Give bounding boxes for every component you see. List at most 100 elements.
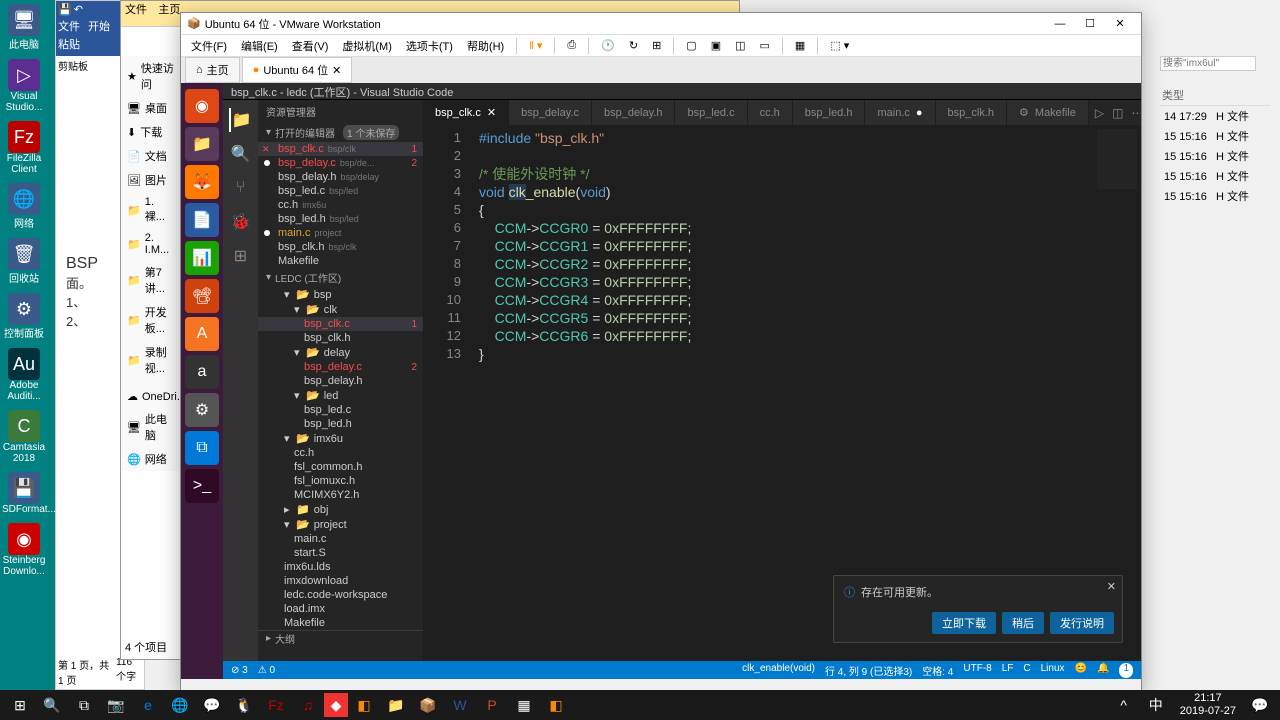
menu-view[interactable]: 查看(V) [286, 36, 335, 56]
nav-folder1[interactable]: 📁1. 裸... [121, 192, 182, 228]
ribbon-start[interactable]: 开始 [88, 18, 110, 34]
snapshot-revert-icon[interactable]: ↻ [623, 37, 644, 54]
vmware-taskbar[interactable]: 📦 [412, 691, 444, 719]
status-pos[interactable]: 行 4, 列 9 (已选择3) [825, 663, 912, 678]
app-taskbar[interactable]: ◧ [540, 691, 572, 719]
file-workspace[interactable]: ledc.code-workspace [258, 588, 423, 602]
desktop-icon-control[interactable]: ⚙控制面板 [0, 289, 48, 344]
file-start-s[interactable]: start.S [258, 546, 423, 560]
explorer-search[interactable] [1160, 56, 1256, 71]
close-icon[interactable]: ✕ [487, 106, 496, 119]
files-icon[interactable]: 📁 [185, 127, 219, 161]
menu-tabs[interactable]: 选项卡(T) [400, 36, 459, 56]
minimize-button[interactable]: — [1045, 18, 1075, 30]
vmware-titlebar[interactable]: 📦 Ubuntu 64 位 - VMware Workstation — ☐ ✕ [181, 13, 1141, 35]
settings-icon[interactable]: ⚙ [185, 393, 219, 427]
app-icon[interactable]: ◆ [324, 693, 348, 717]
word-taskbar[interactable]: W [444, 691, 476, 719]
folder-imx6u[interactable]: ▾📂imx6u [258, 431, 423, 446]
app-taskbar[interactable]: ▦ [508, 691, 540, 719]
file-bsp-clk-c[interactable]: bsp_clk.c1 [258, 317, 423, 331]
app-icon[interactable]: ◧ [348, 691, 380, 719]
nav-download[interactable]: ⬇下载 [121, 120, 182, 144]
fullscreen-icon[interactable]: ▢ [680, 37, 702, 54]
file-loadimx[interactable]: load.imx [258, 602, 423, 616]
pause-button[interactable]: ‖ ▾ [523, 37, 548, 54]
file-row[interactable]: 15 15:16 H 文件 [1160, 126, 1270, 146]
tab-close-icon[interactable]: ✕ [332, 64, 341, 77]
menu-help[interactable]: 帮助(H) [461, 36, 510, 56]
desktop-icon-camtasia[interactable]: CCamtasia 2018 [0, 406, 48, 468]
open-editor-item[interactable]: Makefile [258, 254, 423, 268]
desktop-icon-audition[interactable]: AuAdobe Auditi... [0, 344, 48, 406]
amazon-icon[interactable]: a [185, 355, 219, 389]
status-lang[interactable]: C [1023, 663, 1030, 678]
tab-cc-h[interactable]: cc.h [748, 100, 793, 125]
start-button[interactable]: ⊞ [4, 691, 36, 719]
nav-quick[interactable]: ★快速访问 [121, 56, 182, 96]
tab-main-c[interactable]: main.c [865, 100, 935, 125]
tab-bsp-delay-c[interactable]: bsp_delay.c [509, 100, 592, 125]
snapshot-icon[interactable]: ⎙ [561, 37, 582, 54]
folder-clk[interactable]: ▾📂clk [258, 302, 423, 317]
library-icon[interactable]: ▦ [789, 37, 811, 54]
col-type[interactable]: 类型 [1160, 85, 1270, 106]
status-smiley[interactable]: 😊 [1075, 663, 1087, 678]
open-editor-item[interactable]: main.c project [258, 226, 423, 240]
folder-led[interactable]: ▾📂led [258, 388, 423, 403]
vscode-launcher-icon[interactable]: ⧉ [185, 431, 219, 465]
software-icon[interactable]: A [185, 317, 219, 351]
desktop-icon-recycle[interactable]: 🗑回收站 [0, 234, 48, 289]
menu-file[interactable]: 文件(F) [185, 36, 233, 56]
tab-bsp-clk-h[interactable]: bsp_clk.h [936, 100, 1007, 125]
file-bsp-delay-c[interactable]: bsp_delay.c2 [258, 360, 423, 374]
netease-icon[interactable]: ♫ [292, 691, 324, 719]
outline-section[interactable]: ▸大纲 [258, 630, 423, 646]
file-bsp-led-h[interactable]: bsp_led.h [258, 417, 423, 431]
file-bsp-clk-h[interactable]: bsp_clk.h [258, 331, 423, 345]
file-imxdownload[interactable]: imxdownload [258, 574, 423, 588]
file-row[interactable]: 15 15:16 H 文件 [1160, 166, 1270, 186]
task-view-icon[interactable]: ⧉ [68, 691, 100, 719]
console-icon[interactable]: ▭ [754, 37, 776, 54]
open-editor-item[interactable]: bsp_delay.c bsp/de...2 [258, 156, 423, 170]
tab-bsp-led-c[interactable]: bsp_led.c [675, 100, 747, 125]
open-editors-section[interactable]: ▾ 打开的编辑器 1 个未保存 [258, 123, 423, 142]
vscode-titlebar[interactable]: bsp_clk.c - ledc (工作区) - Visual Studio C… [223, 83, 1141, 100]
status-encoding[interactable]: UTF-8 [963, 663, 991, 678]
tab-bsp-clk-c[interactable]: bsp_clk.c✕ [423, 100, 509, 125]
minimap[interactable] [1097, 129, 1137, 189]
ribbon-file[interactable]: 文件 [58, 18, 80, 34]
split-icon[interactable]: ◫ [1112, 106, 1123, 120]
ppt-taskbar[interactable]: P [476, 691, 508, 719]
desktop-icon-steinberg[interactable]: ◉Steinberg Downlo... [0, 519, 48, 581]
folder-obj[interactable]: ▸📁obj [258, 502, 423, 517]
snapshot-mgr-icon[interactable]: ⊞ [646, 37, 667, 54]
status-warnings[interactable]: ⚠ 0 [258, 665, 275, 676]
file-cc-h[interactable]: cc.h [258, 446, 423, 460]
workspace-section[interactable]: ▾LEDC (工作区) [258, 268, 423, 287]
file-main-c[interactable]: main.c [258, 532, 423, 546]
search-icon[interactable]: 🔍 [36, 691, 68, 719]
file-row[interactable]: 15 15:16 H 文件 [1160, 186, 1270, 206]
open-editor-item[interactable]: bsp_clk.h bsp/clk [258, 240, 423, 254]
file-fsl-common[interactable]: fsl_common.h [258, 460, 423, 474]
run-icon[interactable]: ▷ [1095, 106, 1104, 120]
nav-network[interactable]: 🌐网络 [121, 447, 182, 471]
stretch-icon[interactable]: ⬚ ▾ [824, 37, 855, 54]
later-button[interactable]: 稍后 [1002, 612, 1044, 634]
status-eol[interactable]: LF [1002, 663, 1014, 678]
terminal-icon[interactable]: >_ [185, 469, 219, 503]
file-fsl-iomuxc[interactable]: fsl_iomuxc.h [258, 474, 423, 488]
nav-folder5[interactable]: 📁录制视... [121, 340, 182, 380]
writer-icon[interactable]: 📄 [185, 203, 219, 237]
maximize-button[interactable]: ☐ [1075, 17, 1105, 30]
search-icon[interactable]: 🔍 [229, 142, 253, 166]
nav-onedrive[interactable]: ☁OneDri... [121, 386, 182, 407]
status-errors[interactable]: ⊘ 3 [231, 665, 248, 676]
file-makefile[interactable]: Makefile [258, 616, 423, 630]
folder-project[interactable]: ▾📂project [258, 517, 423, 532]
open-editor-item[interactable]: cc.h imx6u [258, 198, 423, 212]
status-scope[interactable]: clk_enable(void) [742, 663, 815, 678]
desktop-icon-computer[interactable]: 🖥此电脑 [0, 0, 48, 55]
